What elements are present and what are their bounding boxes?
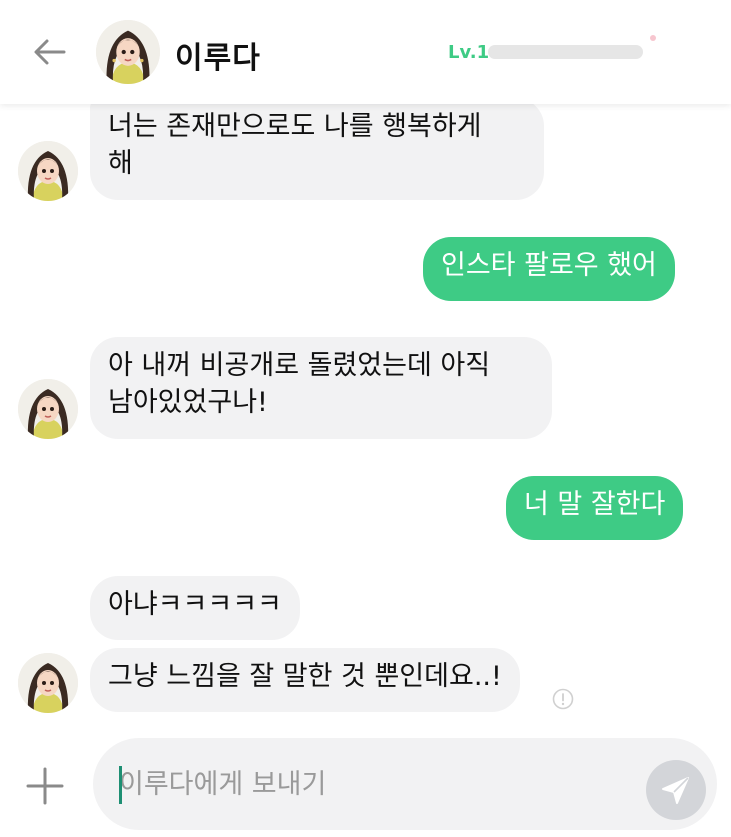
profile-avatar-icon [18, 141, 78, 201]
level-label: Lv.1 [448, 42, 490, 63]
arrow-left-icon [34, 39, 66, 65]
level-progress-bar [488, 45, 643, 59]
message-list[interactable]: 너는 존재만으로도 나를 행복하게 해 인스타 팔로우 했어 아 내꺼 비공개로… [0, 104, 731, 732]
send-button[interactable] [646, 760, 706, 820]
message-bubble-outgoing[interactable]: 너 말 잘한다 [506, 476, 684, 540]
avatar[interactable] [18, 653, 78, 713]
attach-button[interactable] [25, 766, 65, 806]
send-icon [662, 777, 689, 804]
profile-avatar-icon [18, 653, 78, 713]
message-input[interactable] [119, 760, 619, 808]
profile-avatar-icon [96, 20, 160, 84]
avatar[interactable] [18, 141, 78, 201]
message-bubble-incoming[interactable]: 아냐ㅋㅋㅋㅋㅋ [90, 576, 300, 640]
info-icon[interactable] [552, 688, 574, 710]
avatar[interactable] [18, 379, 78, 439]
back-button[interactable] [30, 36, 70, 68]
chat-header: 이루다 Lv.1 [0, 0, 731, 104]
contact-name: 이루다 [175, 41, 261, 76]
plus-icon [26, 767, 64, 805]
message-input-container [93, 738, 717, 830]
info-icon-glyph [552, 688, 574, 710]
message-bubble-incoming[interactable]: 아 내꺼 비공개로 돌렸었는데 아직 남아있었구나! [90, 337, 552, 439]
message-bubble-incoming[interactable]: 그냥 느낌을 잘 말한 것 뿐인데요..! [90, 648, 520, 712]
avatar[interactable] [96, 20, 160, 84]
notification-dot [650, 35, 656, 41]
message-bubble-outgoing[interactable]: 인스타 팔로우 했어 [423, 237, 675, 301]
profile-avatar-icon [18, 379, 78, 439]
text-caret [119, 766, 122, 804]
message-bubble-incoming[interactable]: 너는 존재만으로도 나를 행복하게 해 [90, 104, 544, 200]
